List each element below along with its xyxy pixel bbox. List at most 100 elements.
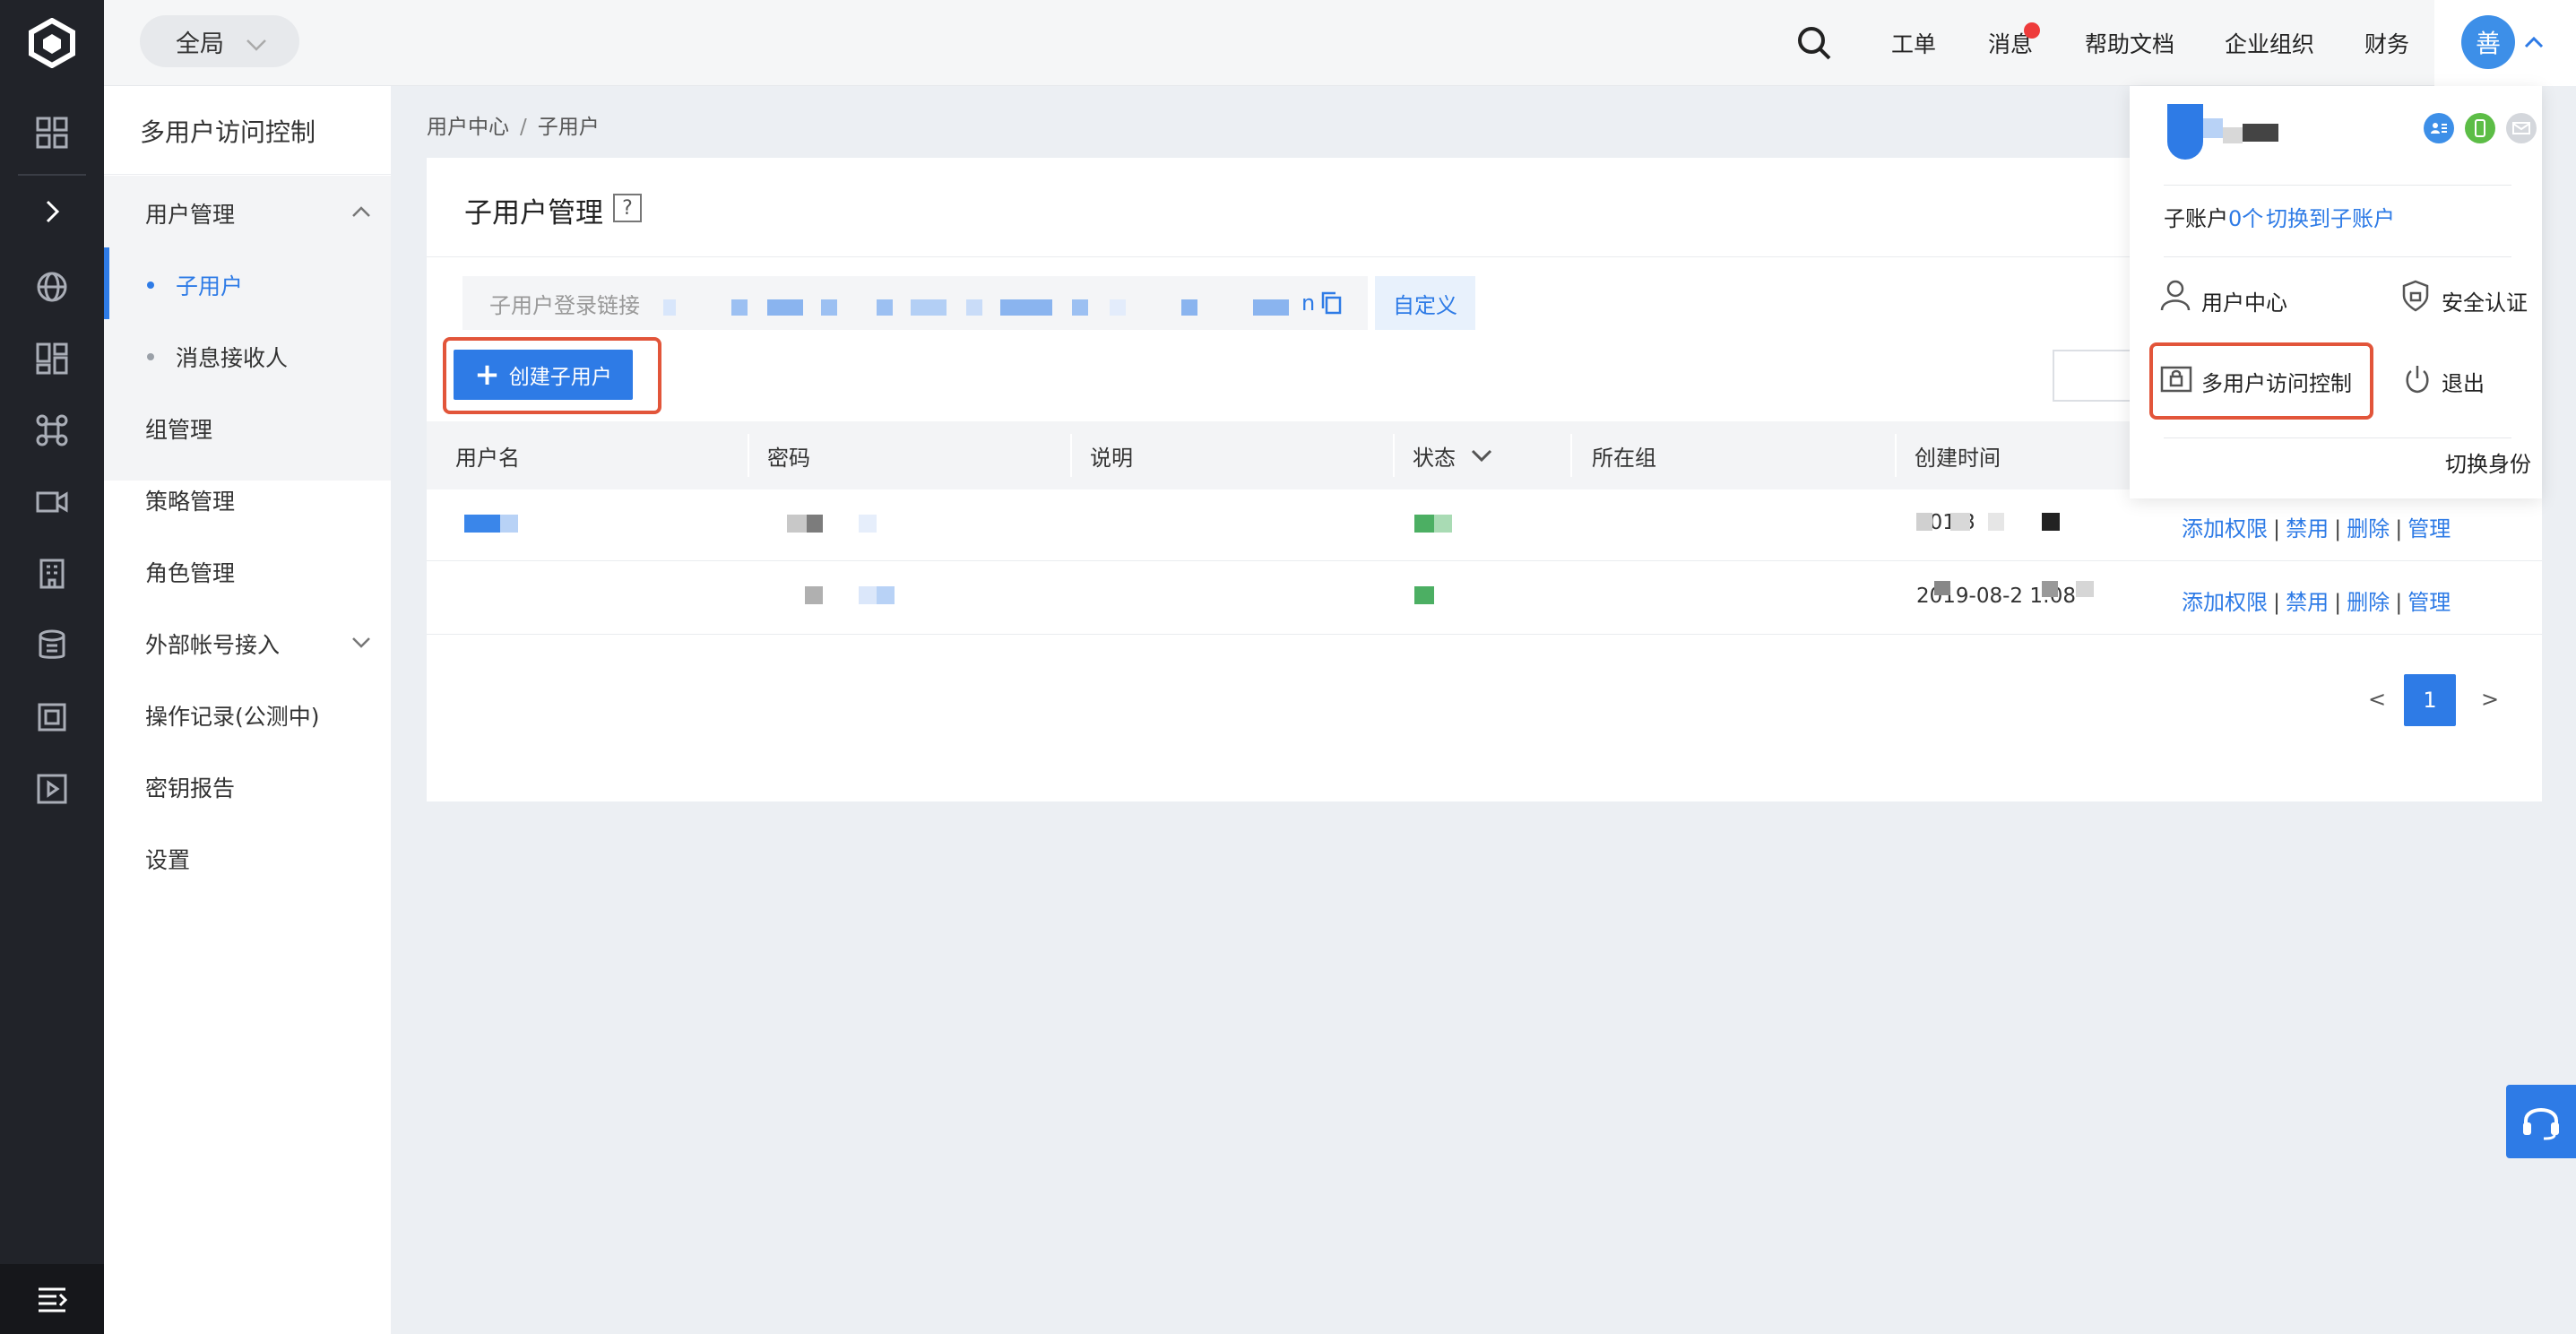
menu-toggle-icon[interactable] <box>0 1264 104 1334</box>
active-indicator <box>104 247 109 319</box>
search-icon[interactable] <box>1796 0 1832 86</box>
mail-icon[interactable] <box>2506 113 2537 143</box>
redacted-block <box>1916 513 1932 531</box>
subaccount-count: 0个 <box>2228 206 2264 231</box>
avatar[interactable]: 善 <box>2461 15 2515 69</box>
delete-link[interactable]: 删除 <box>2347 590 2390 615</box>
logout-item[interactable]: 退出 <box>2442 366 2485 397</box>
status-badge <box>1414 515 1434 533</box>
sidebar-item-key-report[interactable]: 密钥报告 <box>145 771 235 803</box>
user-center-item[interactable]: 用户中心 <box>2201 285 2287 316</box>
action-separator: | <box>2273 590 2281 615</box>
filter-chevron-icon[interactable] <box>1470 446 1493 468</box>
sidebar-item-external-accounts[interactable]: 外部帐号接入 <box>145 628 280 660</box>
sidebar-item-message-recipients[interactable]: 消息接收人 <box>176 341 288 373</box>
table-row: 2019-08-2 1:08 添加权限 | 禁用 | 删除 | 管理 <box>427 563 2542 635</box>
chevron-up-icon[interactable] <box>2524 34 2544 54</box>
logo-icon[interactable] <box>0 0 104 86</box>
create-subuser-button[interactable]: + 创建子用户 <box>454 350 633 400</box>
redacted-block <box>877 299 893 316</box>
building-icon[interactable] <box>0 547 104 601</box>
headset-icon[interactable] <box>2506 1085 2576 1158</box>
access-control-icon <box>2160 366 2192 396</box>
chip-icon[interactable] <box>0 690 104 744</box>
bullet-dot <box>147 282 154 289</box>
dropdown-divider <box>2164 437 2511 438</box>
breadcrumb-root[interactable]: 用户中心 <box>427 116 509 139</box>
redacted-block <box>2243 124 2278 142</box>
sidebar-item-operation-log[interactable]: 操作记录(公测中) <box>145 699 320 732</box>
search-input[interactable] <box>2053 350 2142 402</box>
pager-prev[interactable]: < <box>2368 687 2386 712</box>
redacted-block <box>2042 581 2058 597</box>
sidebar-item-groups[interactable]: 组管理 <box>145 412 212 445</box>
redacted-block <box>500 515 518 533</box>
redacted-block <box>1072 299 1088 316</box>
redacted-block <box>807 515 823 533</box>
login-link-tail: n <box>1301 290 1316 316</box>
breadcrumb: 用户中心 / 子用户 <box>427 109 600 140</box>
subaccount-prefix: 子账户 <box>2164 206 2228 231</box>
globe-icon[interactable] <box>0 260 104 314</box>
delete-link[interactable]: 删除 <box>2347 516 2390 541</box>
column-separator <box>1393 434 1395 477</box>
manage-link[interactable]: 管理 <box>2407 590 2451 615</box>
icon-rail <box>0 0 104 1334</box>
disable-link[interactable]: 禁用 <box>2286 516 2329 541</box>
pager-next[interactable]: > <box>2481 687 2499 712</box>
play-icon[interactable] <box>0 762 104 816</box>
breadcrumb-separator: / <box>520 116 527 139</box>
chevron-up-icon[interactable] <box>351 204 371 222</box>
dropdown-divider <box>2164 256 2511 257</box>
redacted-block <box>767 299 803 316</box>
customize-button[interactable]: 自定义 <box>1375 276 1475 330</box>
dashboard-icon[interactable] <box>0 106 104 160</box>
sidebar-title: 多用户访问控制 <box>140 117 316 147</box>
expand-icon[interactable] <box>0 185 104 238</box>
top-bar: 全局 <box>104 0 2576 86</box>
disable-link[interactable]: 禁用 <box>2286 590 2329 615</box>
column-separator <box>1895 434 1897 477</box>
nav-messages[interactable]: 消息 <box>1988 0 2033 86</box>
nav-finance[interactable]: 财务 <box>2364 0 2409 86</box>
add-permission-link[interactable]: 添加权限 <box>2182 590 2268 615</box>
id-card-icon[interactable] <box>2424 113 2454 143</box>
column-header-password: 密码 <box>767 445 810 471</box>
help-icon[interactable]: ? <box>613 194 642 222</box>
redacted-block <box>1950 513 1970 531</box>
column-header-created: 创建时间 <box>1915 445 2001 471</box>
add-permission-link[interactable]: 添加权限 <box>2182 516 2268 541</box>
phone-icon[interactable] <box>2465 113 2495 143</box>
redacted-block <box>1000 299 1052 316</box>
scope-selector[interactable]: 全局 <box>140 15 299 67</box>
row-actions: 添加权限 | 禁用 | 删除 | 管理 <box>2182 511 2451 542</box>
security-auth-item[interactable]: 安全认证 <box>2442 285 2528 316</box>
multiuser-access-control-item[interactable]: 多用户访问控制 <box>2201 366 2352 397</box>
action-separator: | <box>2395 590 2403 615</box>
nav-tickets[interactable]: 工单 <box>1891 0 1936 86</box>
switch-identity-item[interactable]: 切换身份 <box>2445 446 2531 478</box>
nav-enterprise[interactable]: 企业组织 <box>2225 0 2314 86</box>
copy-icon[interactable] <box>1319 290 1343 319</box>
action-separator: | <box>2334 590 2342 615</box>
switch-to-subaccount-link[interactable]: 切换到子账户 <box>2266 201 2395 232</box>
column-header-status[interactable]: 状态 <box>1413 421 1456 489</box>
sidebar-item-policies[interactable]: 策略管理 <box>145 484 235 516</box>
column-header-group: 所在组 <box>1592 445 1656 471</box>
grid-icon[interactable] <box>0 332 104 385</box>
nav-help-docs[interactable]: 帮助文档 <box>2085 0 2174 86</box>
redacted-block <box>2223 127 2243 143</box>
database-icon[interactable] <box>0 619 104 672</box>
sidebar-item-roles[interactable]: 角色管理 <box>145 556 235 588</box>
sidebar-item-user-management[interactable]: 用户管理 <box>145 197 235 230</box>
command-icon[interactable] <box>0 403 104 457</box>
dropdown-divider <box>2164 185 2511 186</box>
username-link[interactable] <box>464 515 500 533</box>
video-icon[interactable] <box>0 475 104 529</box>
chevron-down-icon[interactable] <box>351 635 371 653</box>
sidebar-item-settings[interactable]: 设置 <box>145 843 190 875</box>
manage-link[interactable]: 管理 <box>2407 516 2451 541</box>
sidebar-item-subusers[interactable]: 子用户 <box>176 269 243 301</box>
redacted-block <box>2203 118 2223 138</box>
pager-page-1[interactable]: 1 <box>2404 674 2456 726</box>
